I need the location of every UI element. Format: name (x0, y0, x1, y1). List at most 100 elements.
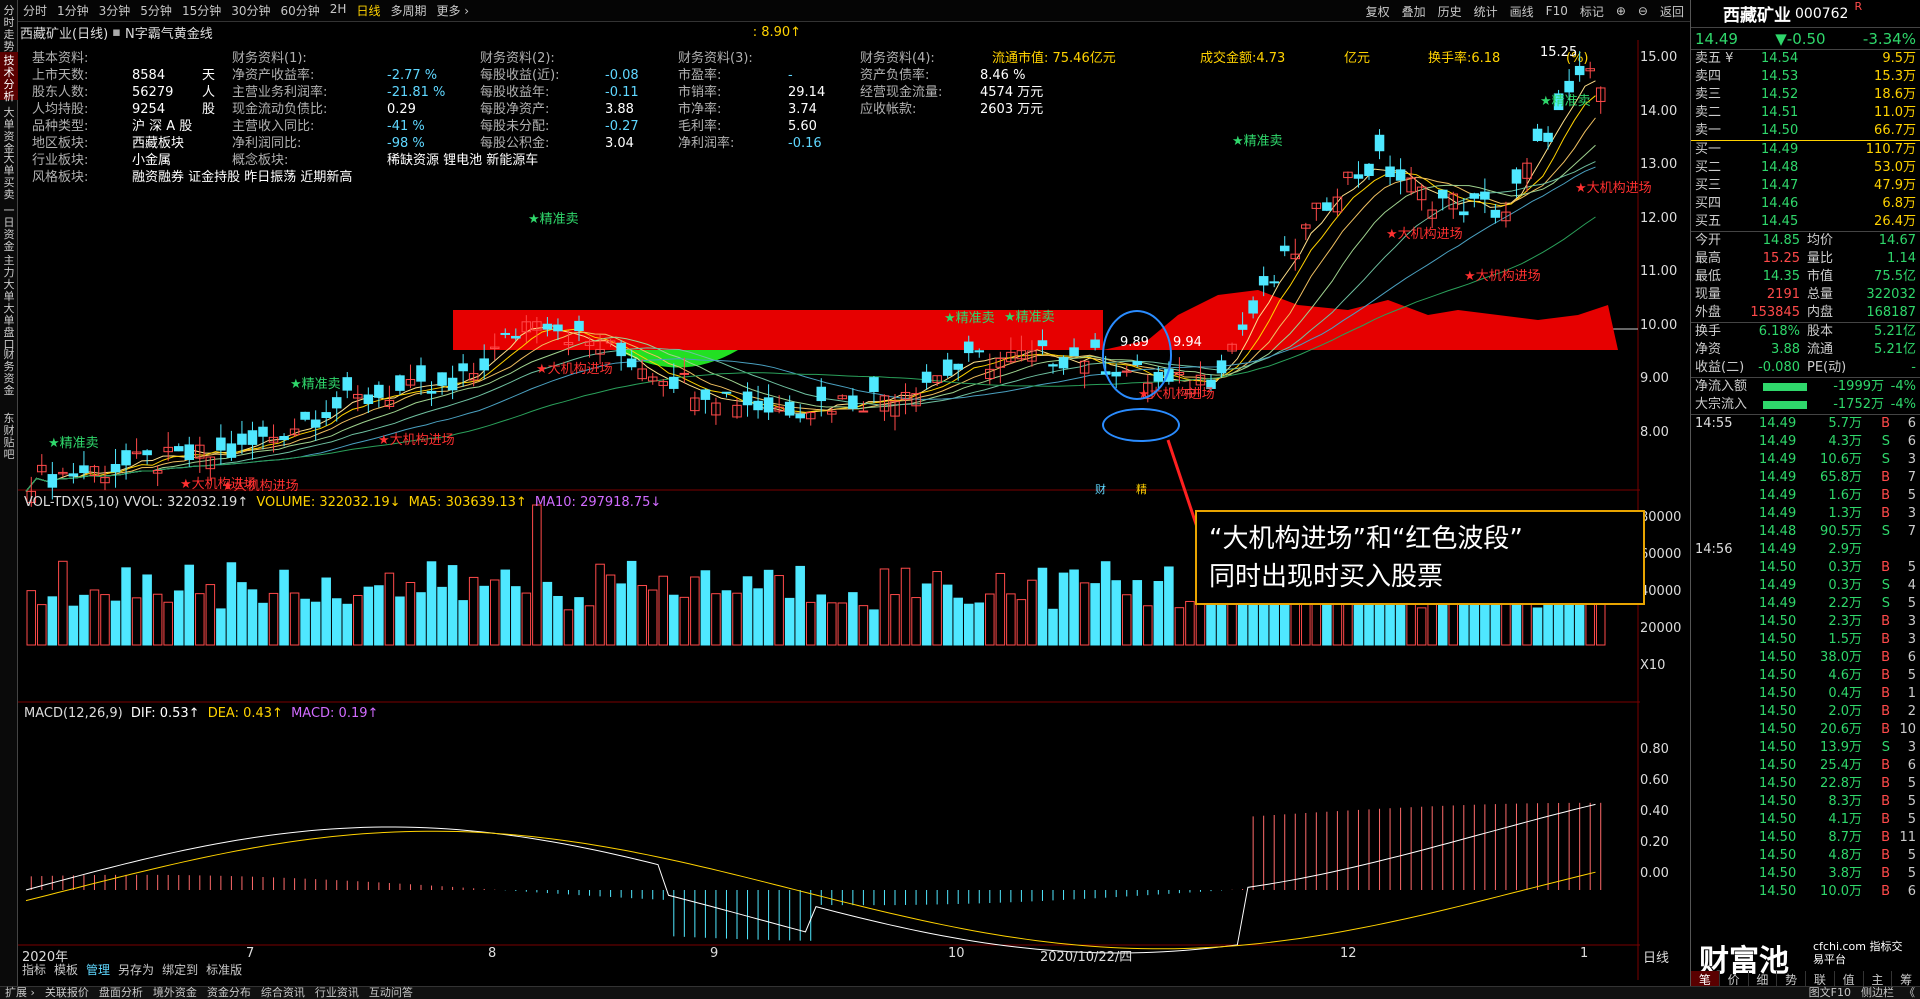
tool-button-9[interactable]: 返回 (1654, 3, 1690, 20)
quote-tab-6[interactable]: 主 (1864, 971, 1893, 987)
volume-bar (1121, 594, 1132, 646)
volume-bar (1058, 572, 1069, 646)
tool-button-3[interactable]: 统计 (1468, 3, 1504, 20)
period-tab-7[interactable]: 2H (325, 2, 352, 19)
period-tab-3[interactable]: 5分钟 (135, 2, 177, 19)
volume-bar (310, 601, 321, 646)
volume-bar (1079, 582, 1090, 646)
quote-tab-3[interactable]: 势 (1777, 971, 1806, 987)
indicator-tab-2[interactable]: 管理 (82, 961, 114, 977)
indicator-tab-3[interactable]: 另存为 (114, 961, 158, 977)
quote-tab-0[interactable]: 笔 (1691, 971, 1720, 987)
tool-button-5[interactable]: F10 (1540, 4, 1574, 18)
volume-bar (1532, 607, 1543, 646)
period-tab-10[interactable]: 更多 › (431, 2, 474, 19)
tool-button-7[interactable]: ⊕ (1610, 4, 1632, 18)
bid-level: 买五 14.45 26.4万 (1691, 213, 1920, 231)
period-tab-8[interactable]: 日线 (351, 2, 385, 19)
gear-icon[interactable]: ▪ (112, 25, 121, 40)
volume-bar (953, 597, 963, 646)
candle-body (1069, 347, 1079, 357)
indicator-tab-1[interactable]: 模板 (50, 961, 82, 977)
status-right-0[interactable]: 图文F10 (1804, 987, 1856, 999)
sidebar-tab-3[interactable]: 大单买卖 (0, 150, 18, 201)
period-tab-1[interactable]: 1分钟 (52, 2, 94, 19)
tick-row: 14.50 8.7万 B 11 (1691, 829, 1920, 847)
flow-pct: -4% (1890, 397, 1916, 412)
tick-volume: 1.6万 (1828, 488, 1862, 503)
status-tab-0[interactable]: 扩展 › (0, 987, 40, 999)
tick-side: B (1881, 560, 1890, 575)
axis-marker-cai: 财 (1095, 483, 1106, 496)
status-tab-6[interactable]: 行业资讯 (310, 987, 364, 999)
candle-body (1395, 169, 1406, 181)
status-tab-5[interactable]: 综合资讯 (256, 987, 310, 999)
sidebar-tab-0[interactable]: 分时走势 (0, 2, 18, 53)
bid-level-label: 买二 (1695, 160, 1722, 175)
ask-level: 卖三 14.52 18.6万 (1691, 86, 1920, 104)
tick-side: B (1881, 812, 1890, 827)
ask-level-volume: 11.0万 (1874, 105, 1916, 120)
tick-volume: 2.2万 (1828, 596, 1862, 611)
status-tab-2[interactable]: 盘面分析 (94, 987, 148, 999)
candle-body (247, 430, 258, 445)
tool-button-1[interactable]: 叠加 (1396, 3, 1432, 20)
volume-bar (437, 586, 447, 646)
quote-tab-2[interactable]: 细 (1749, 971, 1778, 987)
tick-list[interactable]: 14:55 14.49 5.7万 B 6 14.49 4.3万 S 6 14.49 10.6万 S 3 1… (1691, 415, 1920, 901)
candle-body (79, 465, 89, 474)
tick-row: 14:56 14.49 2.9万 (1691, 541, 1920, 559)
period-tab-4[interactable]: 15分钟 (177, 2, 226, 19)
bid-level-label: 买五 (1695, 214, 1722, 229)
sidebar-tab-7[interactable]: 财务资金 (0, 346, 18, 408)
price-change: ▼-0.50 (1775, 29, 1826, 48)
tool-button-4[interactable]: 画线 (1504, 3, 1540, 20)
status-tab-3[interactable]: 境外资金 (148, 987, 202, 999)
ask-level-volume: 66.7万 (1874, 123, 1916, 138)
sidebar-tab-4[interactable]: 一日资金 (0, 202, 18, 253)
tool-button-8[interactable]: ⊖ (1632, 4, 1654, 18)
sidebar-tab-5[interactable]: 主力大单 (0, 252, 18, 303)
volume-bar (753, 588, 763, 646)
quote-tab-1[interactable]: 价 (1720, 971, 1749, 987)
volume-bar (553, 595, 563, 646)
stat-row: 外盘 153845 内盘 168187 (1691, 304, 1920, 322)
quote-tab-7[interactable]: 筹 (1892, 971, 1920, 987)
sidebar-tab-8[interactable]: 东财贴吧 (0, 410, 18, 461)
sell-signal: ★精准卖 (290, 377, 341, 392)
status-tab-4[interactable]: 资金分布 (202, 987, 256, 999)
sidebar-tab-6[interactable]: 大单盘口 (0, 300, 18, 351)
period-tab-6[interactable]: 60分钟 (276, 2, 325, 19)
status-right-1[interactable]: 侧边栏 (1856, 987, 1899, 999)
volume-bar (500, 569, 511, 646)
quote-stats: 今开 14.85 均价 14.67 最高 15.25 量比 1.14 最低 14.35 市值 75.5… (1691, 232, 1920, 323)
period-label[interactable]: 日线 (1643, 947, 1669, 966)
flow-label: 净流入额 (1695, 379, 1748, 394)
period-tab-5[interactable]: 30分钟 (226, 2, 275, 19)
volume-bar (837, 602, 848, 646)
period-tab-0[interactable]: 分时 (18, 2, 52, 19)
indicator-tab-4[interactable]: 绑定到 (158, 961, 202, 977)
stat-row-value: 2191 (1766, 287, 1800, 302)
indicator-tab-5[interactable]: 标准版 (202, 961, 246, 977)
quote-tab-5[interactable]: 值 (1835, 971, 1864, 987)
sidebar-tab-2[interactable]: 大单资金 (0, 104, 18, 155)
tool-button-6[interactable]: 标记 (1574, 3, 1610, 20)
volume-bar (690, 576, 700, 646)
tool-button-2[interactable]: 历史 (1432, 3, 1468, 20)
status-right-2[interactable]: 《 (1899, 987, 1920, 999)
period-tab-2[interactable]: 3分钟 (94, 2, 136, 19)
volume-bar (995, 572, 1006, 646)
fund-flow: 净流入额 -1999万 -4% 大宗流入 -1752万 -4% (1691, 378, 1920, 415)
sidebar-tab-1[interactable]: 技术分析 (0, 52, 18, 103)
status-tab-7[interactable]: 互动问答 (364, 987, 418, 999)
period-tab-9[interactable]: 多周期 (385, 2, 431, 19)
tool-button-0[interactable]: 复权 (1360, 3, 1396, 20)
indicator-name[interactable]: N字霸气黄金线 (125, 23, 213, 42)
macd-tick: 0.00 (1640, 866, 1669, 881)
status-tab-1[interactable]: 关联报价 (40, 987, 94, 999)
indicator-tab-0[interactable]: 指标 (18, 961, 50, 977)
tick-row: 14.50 0.3万 B 5 (1691, 559, 1920, 577)
quote-tab-4[interactable]: 联 (1806, 971, 1835, 987)
tick-side: B (1881, 776, 1890, 791)
